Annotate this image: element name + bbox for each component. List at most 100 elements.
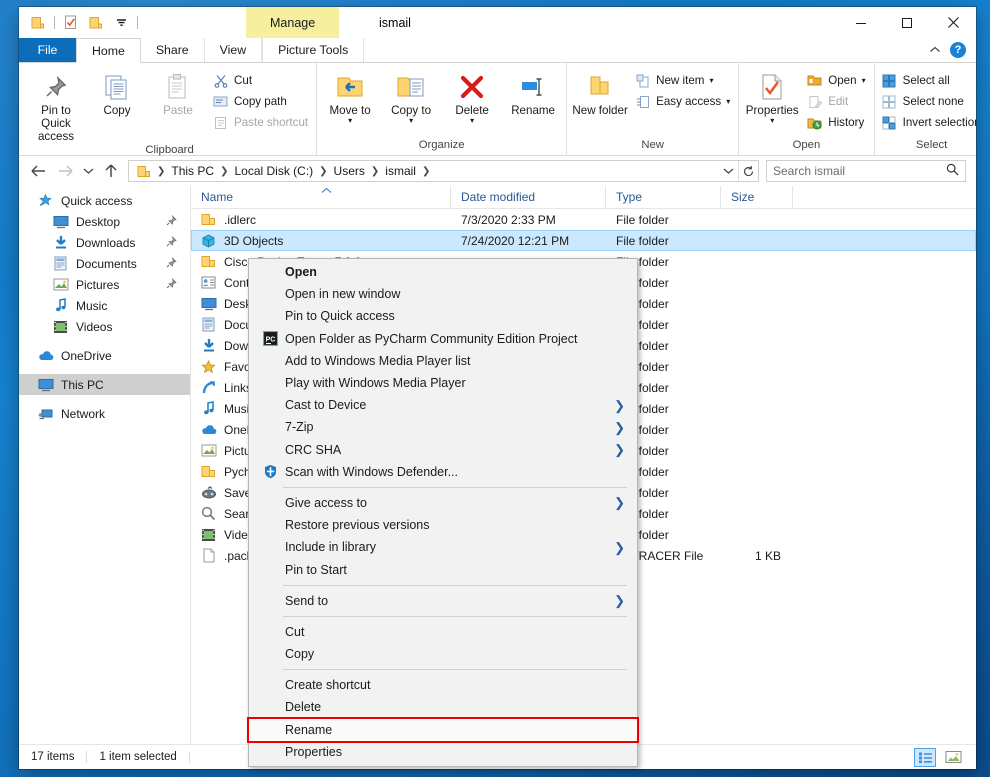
cut-button[interactable]: Cut bbox=[209, 70, 313, 91]
sidebar-item-quick-access[interactable]: Quick access bbox=[19, 190, 190, 211]
search-icon[interactable] bbox=[946, 163, 959, 179]
large-icons-view-icon[interactable] bbox=[942, 748, 964, 767]
menu-item-create-shortcut[interactable]: Create shortcut bbox=[249, 674, 637, 696]
context-menu[interactable]: Open Open in new window Pin to Quick acc… bbox=[247, 258, 639, 767]
menu-item-open[interactable]: Open bbox=[249, 261, 637, 283]
chevron-down-icon[interactable]: ▾ bbox=[770, 117, 774, 125]
column-header-name[interactable]: Name bbox=[191, 185, 451, 209]
new-item-button[interactable]: New item ▾ bbox=[631, 70, 735, 91]
sidebar-item-downloads[interactable]: Downloads bbox=[19, 232, 190, 253]
folder-icon[interactable] bbox=[27, 12, 49, 34]
column-header-type[interactable]: Type bbox=[606, 185, 721, 209]
invert-selection-button[interactable]: Invert selection bbox=[878, 112, 976, 133]
edit-button[interactable]: Edit bbox=[803, 91, 870, 112]
copy-button[interactable]: Copy bbox=[87, 67, 147, 133]
menu-item-give-access-to[interactable]: Give access to ❯ bbox=[249, 492, 637, 514]
column-header-date-modified[interactable]: Date modified bbox=[451, 185, 606, 209]
chevron-down-icon[interactable]: ▾ bbox=[709, 76, 713, 85]
address-bar[interactable]: ❯ This PC ❯ Local Disk (C:) ❯ Users ❯ is… bbox=[128, 160, 759, 182]
menu-item-pin-to-quick-access[interactable]: Pin to Quick access bbox=[249, 305, 637, 327]
menu-item-7-zip[interactable]: 7-Zip ❯ bbox=[249, 416, 637, 438]
breadcrumb-separator[interactable]: ❯ bbox=[421, 166, 431, 177]
search-input[interactable]: Search ismail bbox=[766, 160, 966, 182]
menu-item-scan-with-windows-defender[interactable]: Scan with Windows Defender... bbox=[249, 461, 637, 483]
chevron-up-icon[interactable] bbox=[929, 41, 941, 59]
column-header-size[interactable]: Size bbox=[721, 185, 793, 209]
close-icon[interactable] bbox=[930, 7, 976, 38]
back-arrow-icon[interactable] bbox=[25, 159, 51, 183]
sidebar-item-music[interactable]: Music bbox=[19, 295, 190, 316]
open-button[interactable]: Open ▾ bbox=[803, 70, 870, 91]
move-to-button[interactable]: Move to ▾ bbox=[320, 67, 380, 133]
pin-icon[interactable] bbox=[166, 277, 177, 292]
menu-item-copy[interactable]: Copy bbox=[249, 643, 637, 665]
breadcrumb-ismail[interactable]: ismail bbox=[381, 161, 420, 181]
menu-item-rename[interactable]: Rename bbox=[247, 716, 639, 743]
chevron-down-icon[interactable]: ▾ bbox=[409, 117, 413, 125]
menu-item-crc-sha[interactable]: CRC SHA ❯ bbox=[249, 439, 637, 461]
properties-icon[interactable] bbox=[60, 12, 82, 34]
menu-item-restore-previous-versions[interactable]: Restore previous versions bbox=[249, 514, 637, 536]
pin-icon[interactable] bbox=[166, 214, 177, 229]
breadcrumb-local-disk[interactable]: Local Disk (C:) bbox=[230, 161, 317, 181]
select-none-button[interactable]: Select none bbox=[878, 91, 976, 112]
menu-item-properties[interactable]: Properties bbox=[249, 741, 637, 763]
table-row[interactable]: 3D Objects 7/24/2020 12:21 PM File folde… bbox=[191, 230, 976, 251]
new-folder-button[interactable]: New folder bbox=[570, 67, 630, 133]
chevron-down-icon[interactable]: ▾ bbox=[348, 117, 352, 125]
breadcrumb-users[interactable]: Users bbox=[330, 161, 369, 181]
chevron-down-icon[interactable]: ▾ bbox=[470, 117, 474, 125]
tab-view[interactable]: View bbox=[205, 38, 263, 62]
pin-icon[interactable] bbox=[166, 256, 177, 271]
breadcrumb-separator[interactable]: ❯ bbox=[370, 166, 380, 177]
new-folder-icon[interactable] bbox=[85, 12, 107, 34]
delete-button[interactable]: Delete ▾ bbox=[442, 67, 502, 133]
minimize-icon[interactable] bbox=[838, 7, 884, 38]
menu-item-play-with-wmp[interactable]: Play with Windows Media Player bbox=[249, 372, 637, 394]
sidebar-item-network[interactable]: Network bbox=[19, 403, 190, 424]
rename-button[interactable]: Rename bbox=[503, 67, 563, 133]
sidebar-item-desktop[interactable]: Desktop bbox=[19, 211, 190, 232]
copy-to-button[interactable]: Copy to ▾ bbox=[381, 67, 441, 133]
menu-item-include-in-library[interactable]: Include in library ❯ bbox=[249, 536, 637, 558]
customize-dropdown-icon[interactable] bbox=[110, 12, 132, 34]
menu-item-pin-to-start[interactable]: Pin to Start bbox=[249, 558, 637, 580]
select-all-button[interactable]: Select all bbox=[878, 70, 976, 91]
menu-item-open-in-new-window[interactable]: Open in new window bbox=[249, 283, 637, 305]
easy-access-button[interactable]: Easy access ▾ bbox=[631, 91, 735, 112]
tab-home[interactable]: Home bbox=[76, 38, 141, 63]
menu-item-cast-to-device[interactable]: Cast to Device ❯ bbox=[249, 394, 637, 416]
paste-button[interactable]: Paste bbox=[148, 67, 208, 133]
breadcrumb-separator[interactable]: ❯ bbox=[156, 166, 166, 177]
chevron-down-icon[interactable]: ▾ bbox=[726, 97, 730, 106]
tab-share[interactable]: Share bbox=[141, 38, 205, 62]
sidebar-item-videos[interactable]: Videos bbox=[19, 316, 190, 337]
menu-item-cut[interactable]: Cut bbox=[249, 621, 637, 643]
breadcrumb-separator[interactable]: ❯ bbox=[219, 166, 229, 177]
address-dropdown-chevron-down-icon[interactable] bbox=[719, 161, 738, 181]
menu-item-delete[interactable]: Delete bbox=[249, 696, 637, 718]
chevron-down-icon[interactable]: ▾ bbox=[862, 76, 866, 85]
maximize-icon[interactable] bbox=[884, 7, 930, 38]
recent-locations-chevron-down-icon[interactable] bbox=[79, 159, 97, 183]
history-button[interactable]: History bbox=[803, 112, 870, 133]
menu-item-add-to-wmp-list[interactable]: Add to Windows Media Player list bbox=[249, 350, 637, 372]
help-icon[interactable]: ? bbox=[950, 42, 966, 58]
up-arrow-icon[interactable] bbox=[98, 159, 124, 183]
forward-arrow-icon[interactable] bbox=[52, 159, 78, 183]
refresh-icon[interactable] bbox=[739, 161, 758, 181]
tab-picture-tools[interactable]: Picture Tools bbox=[262, 38, 365, 62]
table-row[interactable]: .idlerc 7/3/2020 2:33 PM File folder bbox=[191, 209, 976, 230]
menu-item-open-folder-as-pycharm-project[interactable]: PC Open Folder as PyCharm Community Edit… bbox=[249, 328, 637, 350]
breadcrumb-separator[interactable]: ❯ bbox=[318, 166, 328, 177]
sidebar-item-onedrive[interactable]: OneDrive bbox=[19, 345, 190, 366]
tab-file[interactable]: File bbox=[19, 38, 76, 62]
details-view-icon[interactable] bbox=[914, 747, 936, 767]
copy-path-button[interactable]: Copy path bbox=[209, 91, 313, 112]
sidebar-item-documents[interactable]: Documents bbox=[19, 253, 190, 274]
pin-icon[interactable] bbox=[166, 235, 177, 250]
menu-item-send-to[interactable]: Send to ❯ bbox=[249, 590, 637, 612]
paste-shortcut-button[interactable]: Paste shortcut bbox=[209, 112, 313, 133]
sidebar-item-pictures[interactable]: Pictures bbox=[19, 274, 190, 295]
breadcrumb-this-pc[interactable]: This PC bbox=[167, 161, 218, 181]
